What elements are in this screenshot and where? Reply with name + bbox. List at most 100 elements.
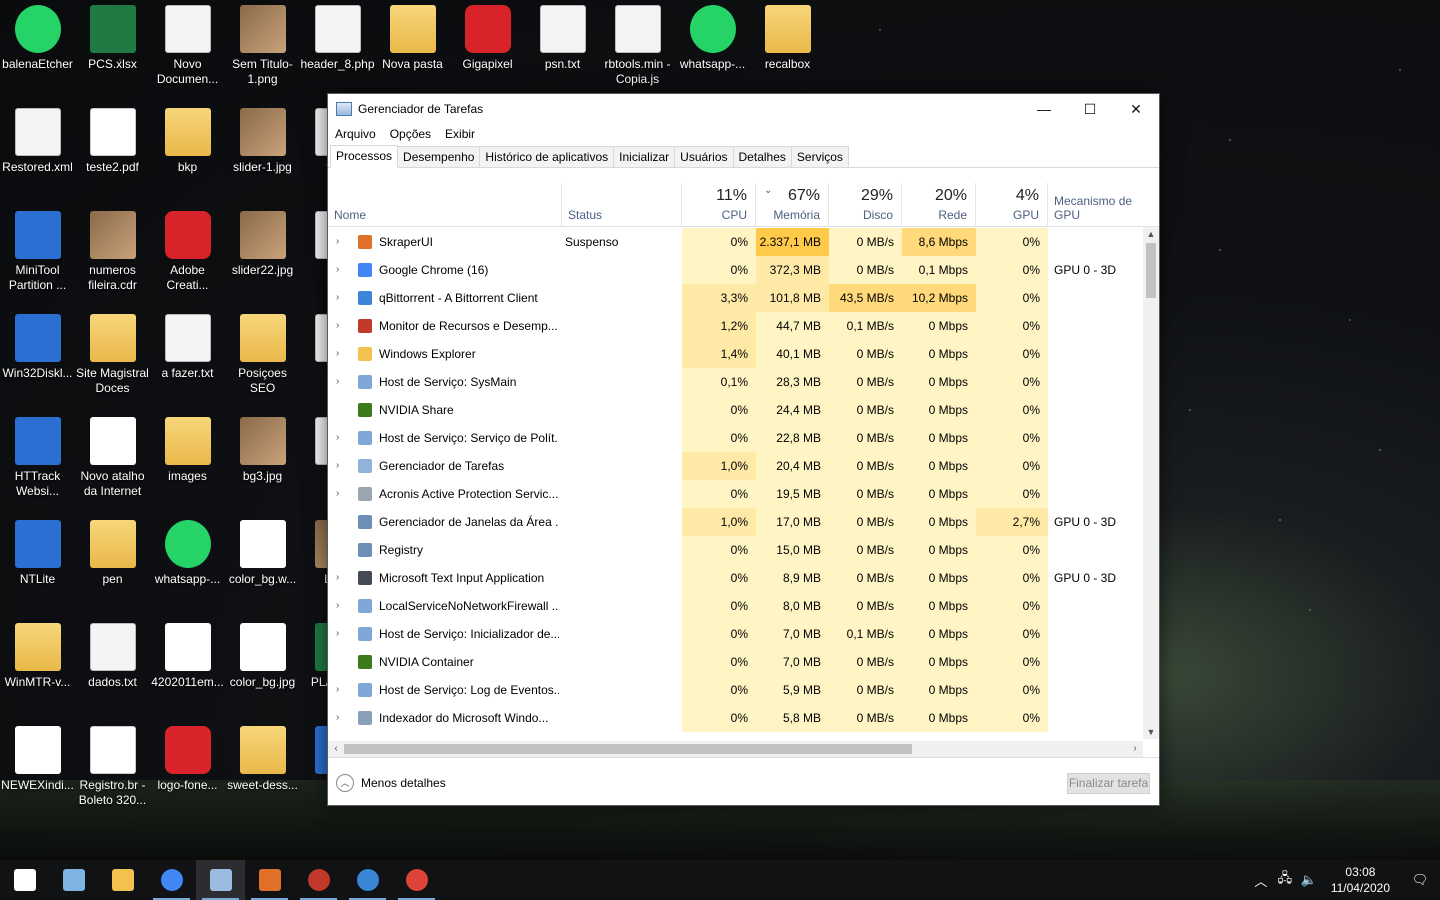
desktop-icon[interactable]: images	[150, 417, 225, 484]
desktop-icon[interactable]: 4202011em...	[150, 623, 225, 690]
tab-detalhes[interactable]: Detalhes	[732, 146, 792, 167]
table-row[interactable]: › qBittorrent - A Bittorrent Client 3,3% 10…	[328, 284, 1143, 312]
title-bar[interactable]: Gerenciador de Tarefas — ☐ ✕	[328, 94, 1159, 124]
desktop-icon[interactable]: Sem Titulo-1.png	[225, 5, 300, 87]
chevron-right-icon[interactable]: ›	[336, 284, 339, 312]
chevron-right-icon[interactable]: ›	[336, 480, 339, 508]
chevron-up-icon[interactable]: ︿	[1249, 871, 1273, 890]
tab-usuarios[interactable]: Usuários	[674, 146, 734, 167]
desktop-icon[interactable]: slider-1.jpg	[225, 108, 300, 175]
tab-inicializar[interactable]: Inicializar	[613, 146, 676, 167]
desktop-icon[interactable]: logo-fone...	[150, 726, 225, 793]
desktop-icon[interactable]: MiniTool Partition ...	[0, 211, 75, 293]
desktop-icon[interactable]: sweet-dess...	[225, 726, 300, 793]
table-row[interactable]: NVIDIA Container 0% 7,0 MB 0 MB/s 0 Mbps 0%	[328, 648, 1143, 676]
horizontal-scrollbar[interactable]: ‹ ›	[328, 741, 1143, 757]
chevron-right-icon[interactable]: ›	[336, 452, 339, 480]
chevron-right-icon[interactable]: ›	[336, 256, 339, 284]
table-row[interactable]: › Windows Explorer 1,4% 40,1 MB 0 MB/s 0 Mbps…	[328, 340, 1143, 368]
chevron-right-icon[interactable]: ›	[336, 592, 339, 620]
column-gpu-engine[interactable]: Mecanismo de GPU	[1048, 183, 1159, 227]
scroll-right-icon[interactable]: ›	[1127, 741, 1143, 757]
volume-icon[interactable]: 🔈	[1297, 872, 1321, 888]
taskbar-skraper[interactable]	[245, 860, 294, 900]
chevron-right-icon[interactable]: ›	[336, 228, 339, 256]
column-gpu[interactable]: 4% GPU	[976, 183, 1048, 227]
desktop-icon[interactable]: NTLite	[0, 520, 75, 587]
table-row[interactable]: Registry 0% 15,0 MB 0 MB/s 0 Mbps 0%	[328, 536, 1143, 564]
desktop-icon[interactable]: numeros fileira.cdr	[75, 211, 150, 293]
table-row[interactable]: › Indexador do Microsoft Windo... 0% 5,8 MB…	[328, 704, 1143, 732]
maximize-button[interactable]: ☐	[1067, 94, 1113, 124]
desktop-icon[interactable]: Registro.br - Boleto 320...	[75, 726, 150, 808]
desktop-icon[interactable]: balenaEtcher	[0, 5, 75, 72]
desktop-icon[interactable]: psn.txt	[525, 5, 600, 72]
taskbar-resource-monitor[interactable]	[294, 860, 343, 900]
notification-icon[interactable]: 🗨	[1400, 872, 1440, 888]
desktop-icon[interactable]: HTTrack Websi...	[0, 417, 75, 499]
desktop-icon[interactable]: bg3.jpg	[225, 417, 300, 484]
table-row[interactable]: › Gerenciador de Tarefas 1,0% 20,4 MB 0 MB/s…	[328, 452, 1143, 480]
chevron-right-icon[interactable]: ›	[336, 312, 339, 340]
scroll-down-icon[interactable]: ▼	[1143, 727, 1159, 737]
desktop-icon[interactable]: Gigapixel	[450, 5, 525, 72]
column-cpu[interactable]: 11% CPU	[682, 183, 756, 227]
desktop-icon[interactable]: Nova pasta	[375, 5, 450, 72]
vertical-scrollbar[interactable]: ▲ ▼	[1143, 227, 1159, 739]
close-button[interactable]: ✕	[1113, 94, 1159, 124]
clock[interactable]: 03:08 11/04/2020	[1321, 864, 1400, 896]
desktop-icon[interactable]: NEWEXindi...	[0, 726, 75, 793]
desktop-icon[interactable]: rbtools.min - Copia.js	[600, 5, 675, 87]
desktop-icon[interactable]: Novo Documen...	[150, 5, 225, 87]
desktop-icon[interactable]: Win32Diskl...	[0, 314, 75, 381]
taskbar-task-manager[interactable]	[196, 860, 245, 900]
vertical-scroll-thumb[interactable]	[1146, 243, 1156, 298]
desktop-icon[interactable]: recalbox	[750, 5, 825, 72]
taskbar-chrome[interactable]	[147, 860, 196, 900]
column-memory[interactable]: ⌄ 67% Memória	[756, 183, 829, 227]
desktop-icon[interactable]: whatsapp-...	[150, 520, 225, 587]
start-button[interactable]	[0, 860, 49, 900]
desktop-icon[interactable]: slider22.jpg	[225, 211, 300, 278]
desktop-icon[interactable]: pen	[75, 520, 150, 587]
taskbar-file-explorer[interactable]	[98, 860, 147, 900]
table-row[interactable]: NVIDIA Share 0% 24,4 MB 0 MB/s 0 Mbps 0%	[328, 396, 1143, 424]
column-network[interactable]: 20% Rede	[902, 183, 976, 227]
desktop-icon[interactable]: Posiçoes SEO	[225, 314, 300, 396]
table-row[interactable]: › Microsoft Text Input Application 0% 8,9 M…	[328, 564, 1143, 592]
table-row[interactable]: › Host de Serviço: SysMain 0,1% 28,3 MB 0 MB…	[328, 368, 1143, 396]
desktop-icon[interactable]: Restored.xml	[0, 108, 75, 175]
network-icon[interactable]: 🖧	[1273, 869, 1297, 891]
column-status[interactable]: Status	[561, 183, 682, 227]
tab-historico[interactable]: Histórico de aplicativos	[479, 146, 615, 167]
desktop-icon[interactable]: color_bg.w...	[225, 520, 300, 587]
taskbar-qbittorrent[interactable]	[343, 860, 392, 900]
desktop-icon[interactable]: whatsapp-...	[675, 5, 750, 72]
less-details-link[interactable]: Menos detalhes	[361, 776, 446, 790]
end-task-button[interactable]: Finalizar tarefa	[1067, 773, 1150, 794]
chevron-right-icon[interactable]: ›	[336, 704, 339, 732]
tab-processos[interactable]: Processos	[330, 145, 399, 168]
chevron-right-icon[interactable]: ›	[336, 424, 339, 452]
desktop-icon[interactable]: dados.txt	[75, 623, 150, 690]
chevron-right-icon[interactable]: ›	[336, 620, 339, 648]
table-row[interactable]: › Host de Serviço: Inicializador de... 0% 7…	[328, 620, 1143, 648]
table-row[interactable]: › LocalServiceNoNetworkFirewall ... 0% 8,0 …	[328, 592, 1143, 620]
desktop-icon[interactable]: Site Magistral Doces	[75, 314, 150, 396]
chevron-right-icon[interactable]: ›	[336, 368, 339, 396]
taskbar-chrome-profile[interactable]	[392, 860, 441, 900]
tab-desempenho[interactable]: Desempenho	[397, 146, 481, 167]
menu-opcoes[interactable]: Opções	[383, 127, 438, 141]
desktop-icon[interactable]: color_bg.jpg	[225, 623, 300, 690]
task-manager-window[interactable]: Gerenciador de Tarefas — ☐ ✕ Arquivo Opç…	[327, 93, 1160, 806]
scroll-left-icon[interactable]: ‹	[328, 741, 344, 757]
column-name[interactable]: Nome	[328, 183, 561, 227]
table-row[interactable]: › Host de Serviço: Log de Eventos... 0% 5,9…	[328, 676, 1143, 704]
minimize-button[interactable]: —	[1021, 94, 1067, 124]
taskbar-notepad[interactable]	[49, 860, 98, 900]
menu-exibir[interactable]: Exibir	[438, 127, 482, 141]
desktop-icon[interactable]: WinMTR-v...	[0, 623, 75, 690]
desktop-icon[interactable]: PCS.xlsx	[75, 5, 150, 72]
table-row[interactable]: › SkraperUI Suspenso 0% 2.337,1 MB 0 MB/s 8,6 …	[328, 228, 1143, 256]
desktop-icon[interactable]: a fazer.txt	[150, 314, 225, 381]
